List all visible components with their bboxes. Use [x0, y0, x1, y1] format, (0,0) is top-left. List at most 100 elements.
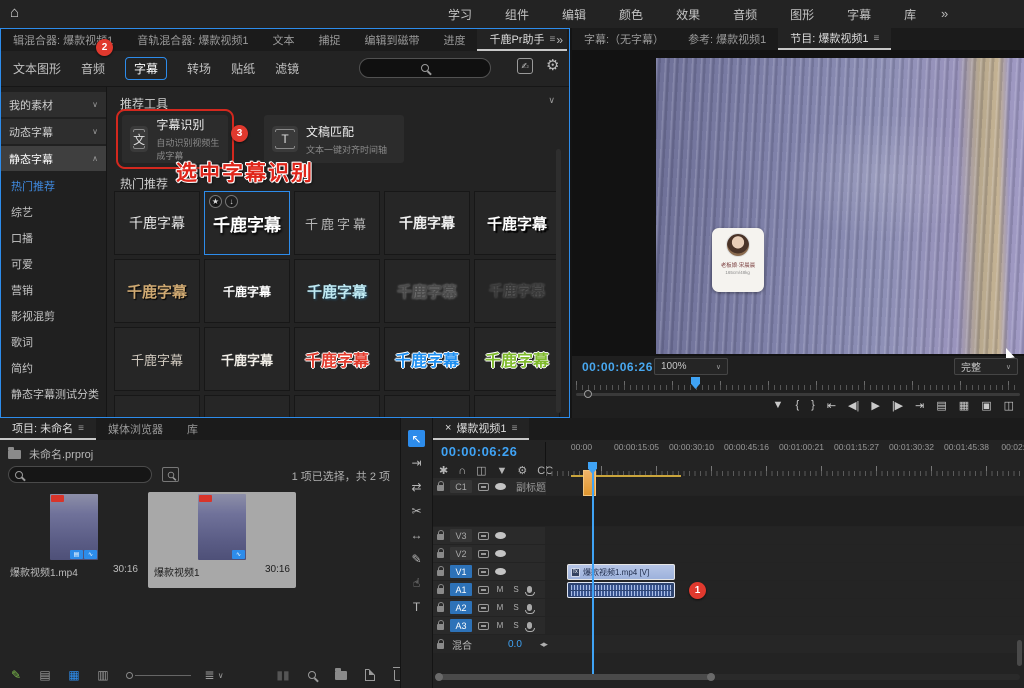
source-patch-icon[interactable]	[478, 483, 489, 491]
panel-menu-icon[interactable]: ≡	[549, 34, 555, 45]
snap-icon[interactable]: ∩	[458, 465, 466, 477]
mute-button[interactable]: M	[495, 621, 505, 630]
panel-menu-icon[interactable]: ≡	[78, 423, 84, 434]
razor-tool[interactable]: ✂	[408, 502, 425, 519]
play-icon[interactable]: ▶	[871, 399, 879, 412]
type-tool[interactable]: T	[408, 598, 425, 615]
find-icon[interactable]	[306, 671, 318, 679]
caption-clip[interactable]	[583, 470, 596, 496]
sidebar-category-item[interactable]: 影视混剪	[1, 303, 106, 329]
workspace-overflow-icon[interactable]: »	[941, 6, 948, 21]
preview-search-icon[interactable]	[162, 467, 179, 482]
subtitle-template-card[interactable]: ★ ↓ 千鹿字幕	[294, 327, 380, 391]
panel-tab[interactable]: 文本	[260, 29, 306, 51]
tool-card[interactable]: 文 字幕识别 自动识别视频生成字幕	[122, 115, 228, 163]
sidebar-category-item[interactable]: 综艺	[1, 199, 106, 225]
timeline-ruler[interactable]: 00:0000:00:15:0500:00:30:1000:00:45:1600…	[545, 442, 1024, 476]
plugin-category-tab[interactable]: 音频	[81, 60, 105, 77]
workspace-menu-item[interactable]: 学习	[448, 6, 472, 23]
toggle-visibility-icon[interactable]	[495, 550, 506, 557]
pen-tool[interactable]: ✎	[408, 550, 425, 567]
add-marker-icon[interactable]: ▼	[497, 465, 508, 477]
audio-clip[interactable]	[567, 582, 675, 598]
extract-icon[interactable]: ▦	[959, 399, 969, 412]
plugin-category-tab[interactable]: 字幕	[125, 57, 167, 80]
track-id[interactable]: V2	[450, 547, 472, 560]
mark-in-icon[interactable]: {	[795, 399, 799, 411]
subtitle-template-card[interactable]: ★ ↓ 千鹿字幕	[474, 191, 560, 255]
lock-icon[interactable]	[437, 643, 444, 649]
mute-button[interactable]: M	[495, 603, 505, 612]
panel-overflow-icon[interactable]: »	[556, 33, 563, 47]
subtitle-template-card[interactable]: ★ ↓ 千鹿字幕	[114, 259, 200, 323]
video-lane[interactable]	[545, 545, 1024, 562]
home-icon[interactable]: ⌂	[10, 4, 19, 21]
toggle-visibility-icon[interactable]	[495, 483, 506, 490]
source-patch-icon[interactable]	[478, 622, 489, 630]
export-frame-icon[interactable]: ▣	[981, 399, 991, 412]
delete-icon[interactable]	[393, 670, 400, 681]
go-to-out-icon[interactable]: ⇥	[915, 399, 924, 412]
track-select-tool[interactable]: ⇥	[408, 454, 425, 471]
voiceover-mic-icon[interactable]	[527, 622, 532, 629]
project-item-sequence[interactable]: ∿ 爆款视频1 30:16	[148, 492, 296, 588]
subtitle-template-card[interactable]: ★ ↓ 千鹿字幕	[474, 259, 560, 323]
source-patch-icon[interactable]	[478, 568, 489, 576]
subtitle-template-card[interactable]: ★ ↓ 千鹿字幕	[474, 327, 560, 391]
keyframe-nav-icon[interactable]: ◂▸	[540, 639, 547, 650]
panel-tab[interactable]: 千鹿Pr助手 ≡	[477, 29, 567, 51]
project-tab[interactable]: 项目: 未命名 ≡	[0, 418, 96, 440]
favorite-star-icon[interactable]: ★	[209, 195, 222, 208]
linked-selection-icon[interactable]: ◫	[476, 464, 486, 477]
freeform-view-icon[interactable]: ▥	[97, 668, 109, 682]
project-item-clip[interactable]: ▤ ∿ 爆款视频1.mp4 30:16	[4, 492, 144, 588]
project-search-input[interactable]	[8, 466, 152, 483]
monitor-tab[interactable]: 参考: 爆款视频1	[676, 28, 778, 50]
panel-menu-icon[interactable]: ≡	[874, 33, 880, 44]
sidebar-category-item[interactable]: 热门推荐	[1, 173, 106, 199]
panel-tab[interactable]: 进度	[431, 29, 477, 51]
source-patch-icon[interactable]	[478, 586, 489, 594]
selection-tool[interactable]: ↖	[408, 430, 425, 447]
workspace-menu-item[interactable]: 库	[904, 6, 916, 23]
plugin-category-tab[interactable]: 贴纸	[231, 60, 255, 77]
zoom-level-dropdown[interactable]: 100%∨	[654, 358, 728, 375]
subtitle-template-card[interactable]: ★ ↓	[204, 395, 290, 417]
project-tab[interactable]: 库	[175, 418, 210, 440]
lock-icon[interactable]	[437, 624, 444, 630]
source-patch-icon[interactable]	[478, 604, 489, 612]
new-item-icon[interactable]	[364, 669, 376, 681]
track-id[interactable]: V3	[450, 529, 472, 542]
lift-icon[interactable]: ▤	[936, 399, 946, 412]
panel-menu-icon[interactable]: ≡	[512, 423, 518, 434]
step-forward-icon[interactable]: |▶	[892, 399, 903, 412]
track-id[interactable]: A1	[450, 583, 472, 596]
lock-icon[interactable]	[437, 606, 444, 612]
plugin-scrollbar[interactable]	[556, 149, 561, 413]
subtitle-template-card[interactable]: ★ ↓ 千鹿字幕	[294, 191, 380, 255]
mix-value[interactable]: 0.0	[508, 639, 522, 650]
subtitle-template-card[interactable]: ★ ↓ 千鹿字幕	[114, 327, 200, 391]
plugin-category-tab[interactable]: 转场	[187, 60, 211, 77]
solo-button[interactable]: S	[511, 585, 521, 594]
subtitle-template-card[interactable]: ★ ↓ 千鹿字幕	[384, 327, 470, 391]
source-patch-icon[interactable]	[478, 532, 489, 540]
scroll-thumb[interactable]	[437, 674, 713, 680]
workspace-menu-item[interactable]: 字幕	[847, 6, 871, 23]
workspace-menu-item[interactable]: 组件	[505, 6, 529, 23]
workspace-menu-item[interactable]: 音频	[733, 6, 757, 23]
solo-button[interactable]: S	[511, 603, 521, 612]
list-view-icon[interactable]: ▤	[39, 668, 51, 682]
add-marker-icon[interactable]: ▼	[773, 399, 784, 411]
close-icon[interactable]: ×	[445, 422, 451, 434]
workspace-menu-item[interactable]: 效果	[676, 6, 700, 23]
sort-icon[interactable]: ≣ ∨	[208, 668, 220, 682]
panel-tab[interactable]: 编辑到磁带	[352, 29, 431, 51]
sidebar-category-item[interactable]: 歌词	[1, 329, 106, 355]
track-id[interactable]: V1	[450, 565, 472, 578]
workspace-menu-item[interactable]: 颜色	[619, 6, 643, 23]
caption-lane[interactable]	[546, 478, 1024, 495]
mute-button[interactable]: M	[495, 585, 505, 594]
sidebar-group[interactable]: 静态字幕 ∧	[1, 146, 106, 171]
settings-gear-icon[interactable]: ⚙	[546, 56, 559, 74]
